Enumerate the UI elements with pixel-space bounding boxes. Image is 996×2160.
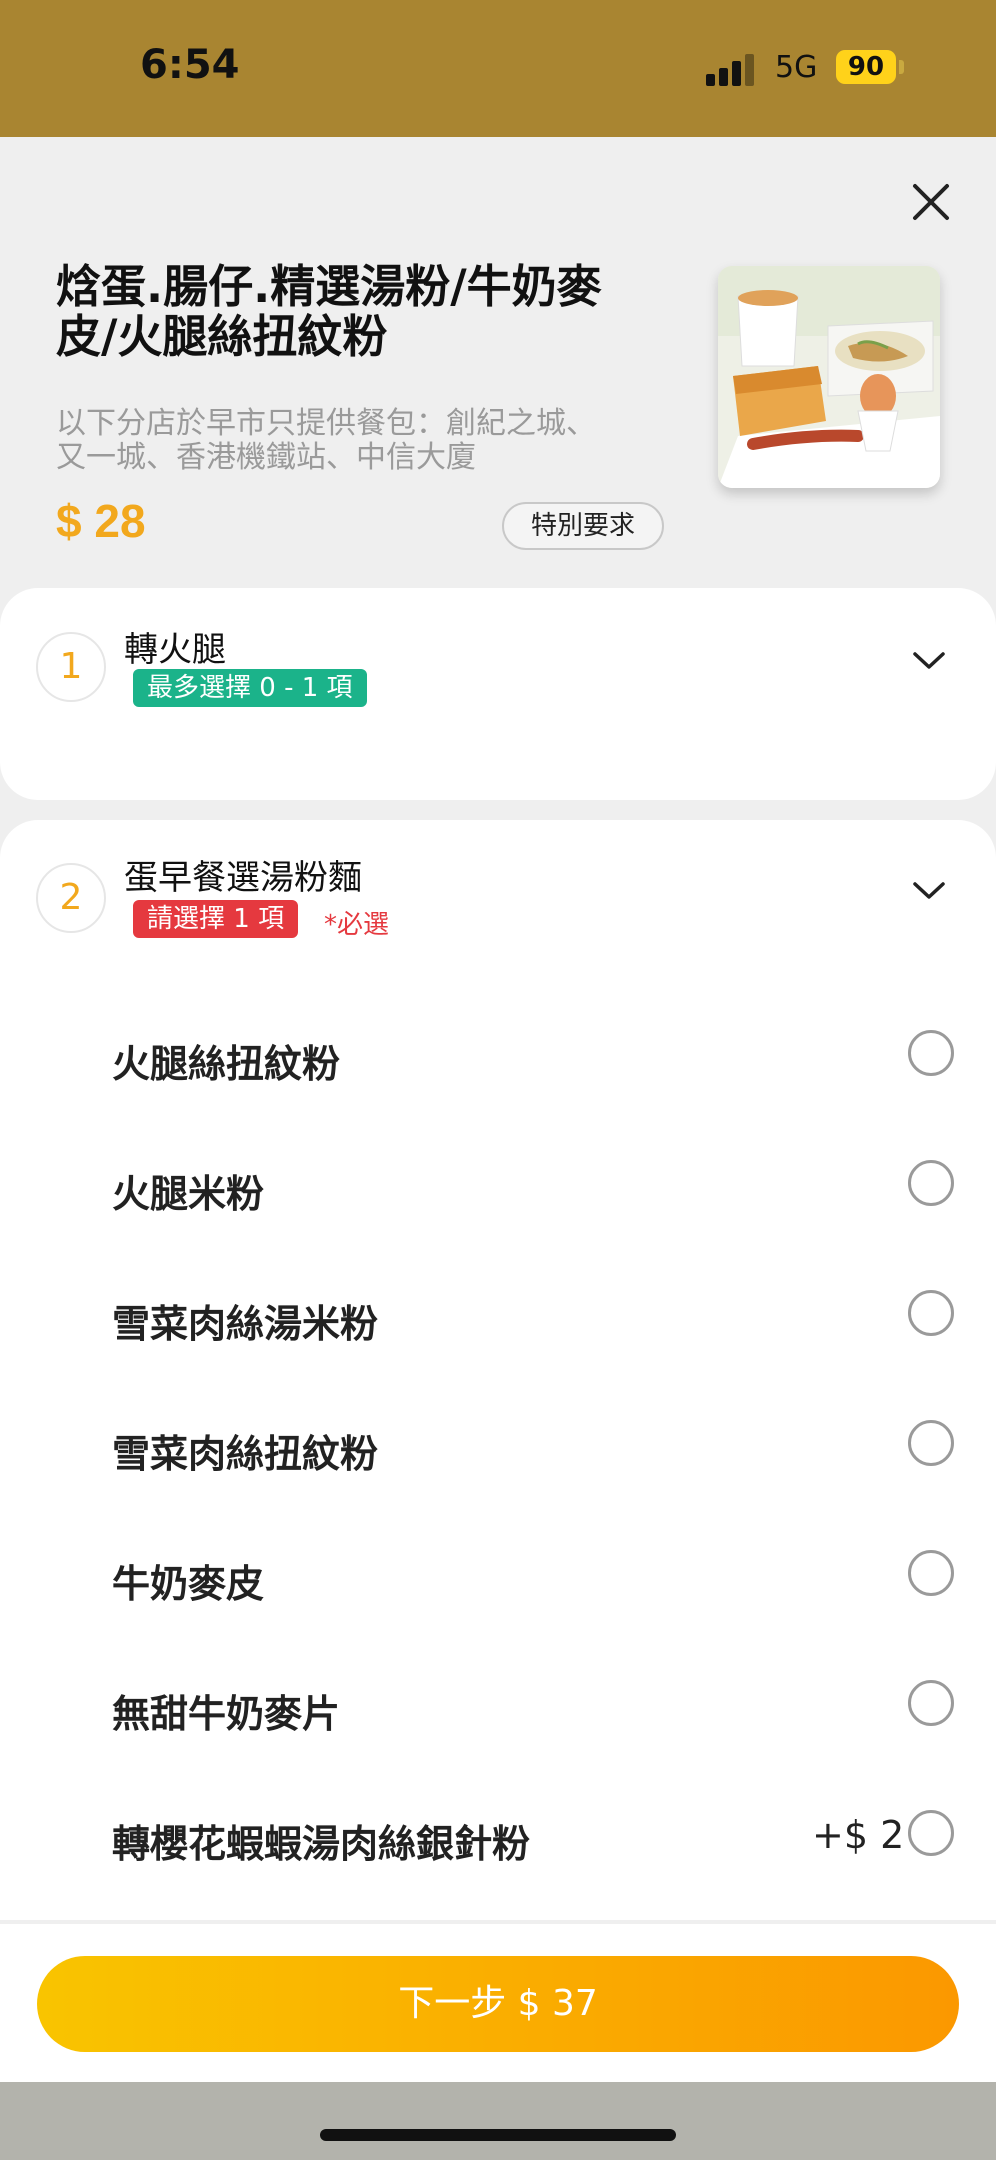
radio-button[interactable] — [908, 1420, 954, 1466]
section-number: 2 — [36, 863, 106, 933]
option-label: 無甜牛奶麥片 — [112, 1692, 341, 1736]
close-icon — [913, 184, 949, 220]
expand-section-2-button[interactable] — [912, 880, 946, 902]
section-title: 蛋早餐選湯粉麵 — [124, 858, 362, 898]
special-request-button[interactable]: 特別要求 — [502, 502, 664, 550]
product-title: 焓蛋.腸仔.精選湯粉/牛奶麥皮/火腿絲扭紋粉 — [56, 260, 602, 363]
product-price: $ 28 — [56, 495, 146, 547]
radio-button[interactable] — [908, 1550, 954, 1596]
branch-notice: 以下分店於早市只提供餐包：創紀之城、又一城、香港機鐵站、中信大廈 — [56, 406, 596, 475]
option-row[interactable]: 火腿米粉 — [0, 1125, 996, 1245]
close-button[interactable] — [905, 176, 957, 228]
expand-section-1-button[interactable] — [912, 650, 946, 672]
product-image — [718, 266, 940, 488]
option-row[interactable]: 雪菜肉絲扭紋粉 — [0, 1385, 996, 1505]
option-label: 雪菜肉絲湯米粉 — [112, 1302, 379, 1346]
section-title: 轉火腿 — [124, 630, 226, 670]
required-count-badge: 請選擇 1 項 — [133, 900, 299, 938]
chevron-down-icon — [913, 652, 945, 669]
status-bar: 6:54 5G 90 — [0, 0, 996, 137]
radio-button[interactable] — [908, 1810, 954, 1856]
breakfast-photo-icon — [718, 266, 940, 488]
option-row[interactable]: 轉櫻花蝦蝦湯肉絲銀針粉 +$ 2 — [0, 1775, 996, 1895]
option-label: 雪菜肉絲扭紋粉 — [112, 1432, 379, 1476]
network-label: 5G — [775, 50, 818, 85]
home-indicator[interactable] — [320, 2129, 676, 2141]
bottom-strip — [0, 2082, 996, 2160]
radio-button[interactable] — [908, 1290, 954, 1336]
option-label: 轉櫻花蝦蝦湯肉絲銀針粉 — [112, 1822, 531, 1866]
section-card-2: 2 蛋早餐選湯粉麵 請選擇 1 項 *必選 火腿絲扭紋粉 火腿米粉 雪菜肉絲湯米… — [0, 820, 996, 1920]
option-row[interactable]: 牛奶麥皮 — [0, 1515, 996, 1635]
status-time: 6:54 — [140, 42, 240, 88]
radio-button[interactable] — [908, 1160, 954, 1206]
section-number: 1 — [36, 632, 106, 702]
required-label: *必選 — [324, 910, 390, 940]
next-step-button[interactable]: 下一步 $ 37 — [37, 1956, 959, 2052]
option-row[interactable]: 無甜牛奶麥片 — [0, 1645, 996, 1765]
option-label: 火腿米粉 — [112, 1172, 265, 1216]
battery-icon: 90 — [836, 50, 896, 84]
radio-button[interactable] — [908, 1680, 954, 1726]
option-extra-price: +$ 2 — [812, 1813, 905, 1857]
radio-button[interactable] — [908, 1030, 954, 1076]
chevron-down-icon — [913, 882, 945, 899]
option-label: 火腿絲扭紋粉 — [112, 1042, 341, 1086]
signal-icon — [706, 52, 756, 86]
section-card-1: 1 轉火腿 最多選擇 0 - 1 項 — [0, 588, 996, 800]
option-row[interactable]: 雪菜肉絲湯米粉 — [0, 1255, 996, 1375]
option-row[interactable]: 火腿絲扭紋粉 — [0, 995, 996, 1115]
footer-bar: 下一步 $ 37 — [0, 1924, 996, 2082]
selection-limit-badge: 最多選擇 0 - 1 項 — [133, 669, 367, 707]
option-label: 牛奶麥皮 — [112, 1562, 265, 1606]
battery-tip — [899, 60, 904, 74]
